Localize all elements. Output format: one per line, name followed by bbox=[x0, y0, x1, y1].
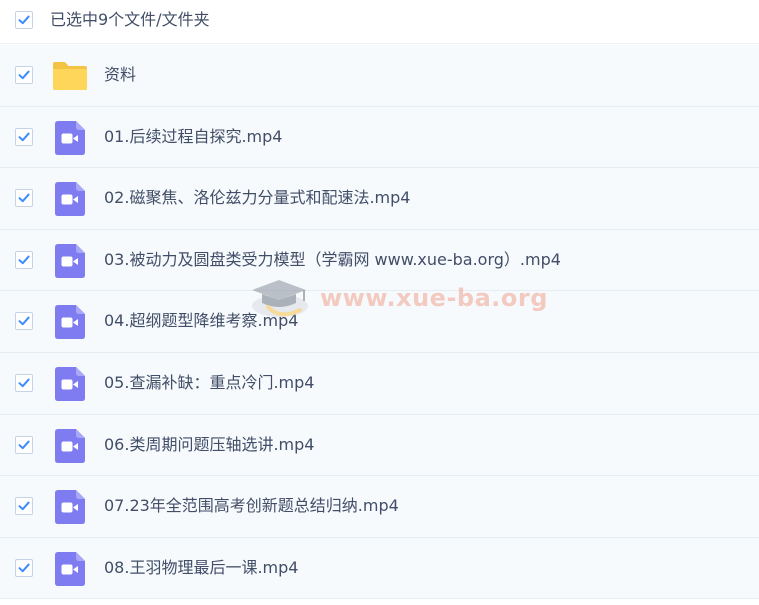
file-row[interactable]: 08.王羽物理最后一课.mp4 bbox=[0, 537, 759, 600]
checkmark-icon bbox=[18, 501, 30, 511]
file-row[interactable]: 03.被动力及圆盘类受力模型（学霸网 www.xue-ba.org）.mp4 bbox=[0, 229, 759, 292]
checkmark-icon bbox=[18, 15, 30, 25]
file-list: 资料 01.后续过程自探究.mp4 02.磁聚焦、洛伦兹力分量式和配速法.mp4 03… bbox=[0, 45, 759, 600]
file-name[interactable]: 01.后续过程自探究.mp4 bbox=[104, 126, 282, 148]
row-checkbox[interactable] bbox=[15, 497, 33, 516]
folder-row[interactable]: 资料 bbox=[0, 45, 759, 107]
video-file-icon bbox=[52, 366, 88, 402]
selected-count-label: 已选中9个文件/文件夹 bbox=[50, 10, 210, 29]
video-file-icon bbox=[52, 304, 88, 340]
row-checkbox[interactable] bbox=[15, 312, 33, 331]
checkmark-icon bbox=[18, 193, 30, 203]
selection-header: 已选中9个文件/文件夹 bbox=[0, 0, 759, 44]
file-name[interactable]: 资料 bbox=[104, 64, 136, 86]
row-checkbox[interactable] bbox=[15, 66, 33, 84]
file-name[interactable]: 06.类周期问题压轴选讲.mp4 bbox=[104, 434, 314, 456]
checkmark-icon bbox=[18, 132, 30, 141]
file-name[interactable]: 07.23年全范围高考创新题总结归纳.mp4 bbox=[104, 495, 399, 517]
file-name[interactable]: 05.查漏补缺：重点冷门.mp4 bbox=[104, 372, 314, 394]
checkmark-icon bbox=[18, 563, 30, 572]
file-row[interactable]: 01.后续过程自探究.mp4 bbox=[0, 106, 759, 169]
folder-icon bbox=[52, 58, 88, 94]
file-row[interactable]: 02.磁聚焦、洛伦兹力分量式和配速法.mp4 bbox=[0, 168, 759, 230]
row-checkbox[interactable] bbox=[15, 373, 33, 392]
row-checkbox[interactable] bbox=[15, 127, 33, 146]
checkmark-icon bbox=[18, 70, 30, 80]
file-row[interactable]: 04.超纲题型降维考察.mp4 bbox=[0, 291, 759, 353]
file-name[interactable]: 04.超纲题型降维考察.mp4 bbox=[104, 310, 298, 332]
checkmark-icon bbox=[18, 378, 30, 388]
video-file-icon bbox=[52, 243, 88, 279]
checkmark-icon bbox=[18, 440, 30, 449]
file-row[interactable]: 05.查漏补缺：重点冷门.mp4 bbox=[0, 352, 759, 415]
file-name[interactable]: 02.磁聚焦、洛伦兹力分量式和配速法.mp4 bbox=[104, 187, 410, 209]
file-name[interactable]: 03.被动力及圆盘类受力模型（学霸网 www.xue-ba.org）.mp4 bbox=[104, 249, 561, 271]
file-row[interactable]: 07.23年全范围高考创新题总结归纳.mp4 bbox=[0, 476, 759, 538]
video-file-icon bbox=[52, 428, 88, 464]
video-file-icon bbox=[52, 120, 88, 156]
row-checkbox[interactable] bbox=[15, 250, 33, 269]
file-name[interactable]: 08.王羽物理最后一课.mp4 bbox=[104, 557, 298, 579]
row-checkbox[interactable] bbox=[15, 558, 33, 577]
checkmark-icon bbox=[18, 316, 30, 326]
video-file-icon bbox=[52, 181, 88, 217]
select-all-checkbox[interactable] bbox=[15, 11, 33, 29]
checkmark-icon bbox=[18, 255, 30, 264]
video-file-icon bbox=[52, 489, 88, 525]
row-checkbox[interactable] bbox=[15, 189, 33, 208]
file-row[interactable]: 06.类周期问题压轴选讲.mp4 bbox=[0, 414, 759, 477]
row-checkbox[interactable] bbox=[15, 435, 33, 454]
video-file-icon bbox=[52, 551, 88, 587]
